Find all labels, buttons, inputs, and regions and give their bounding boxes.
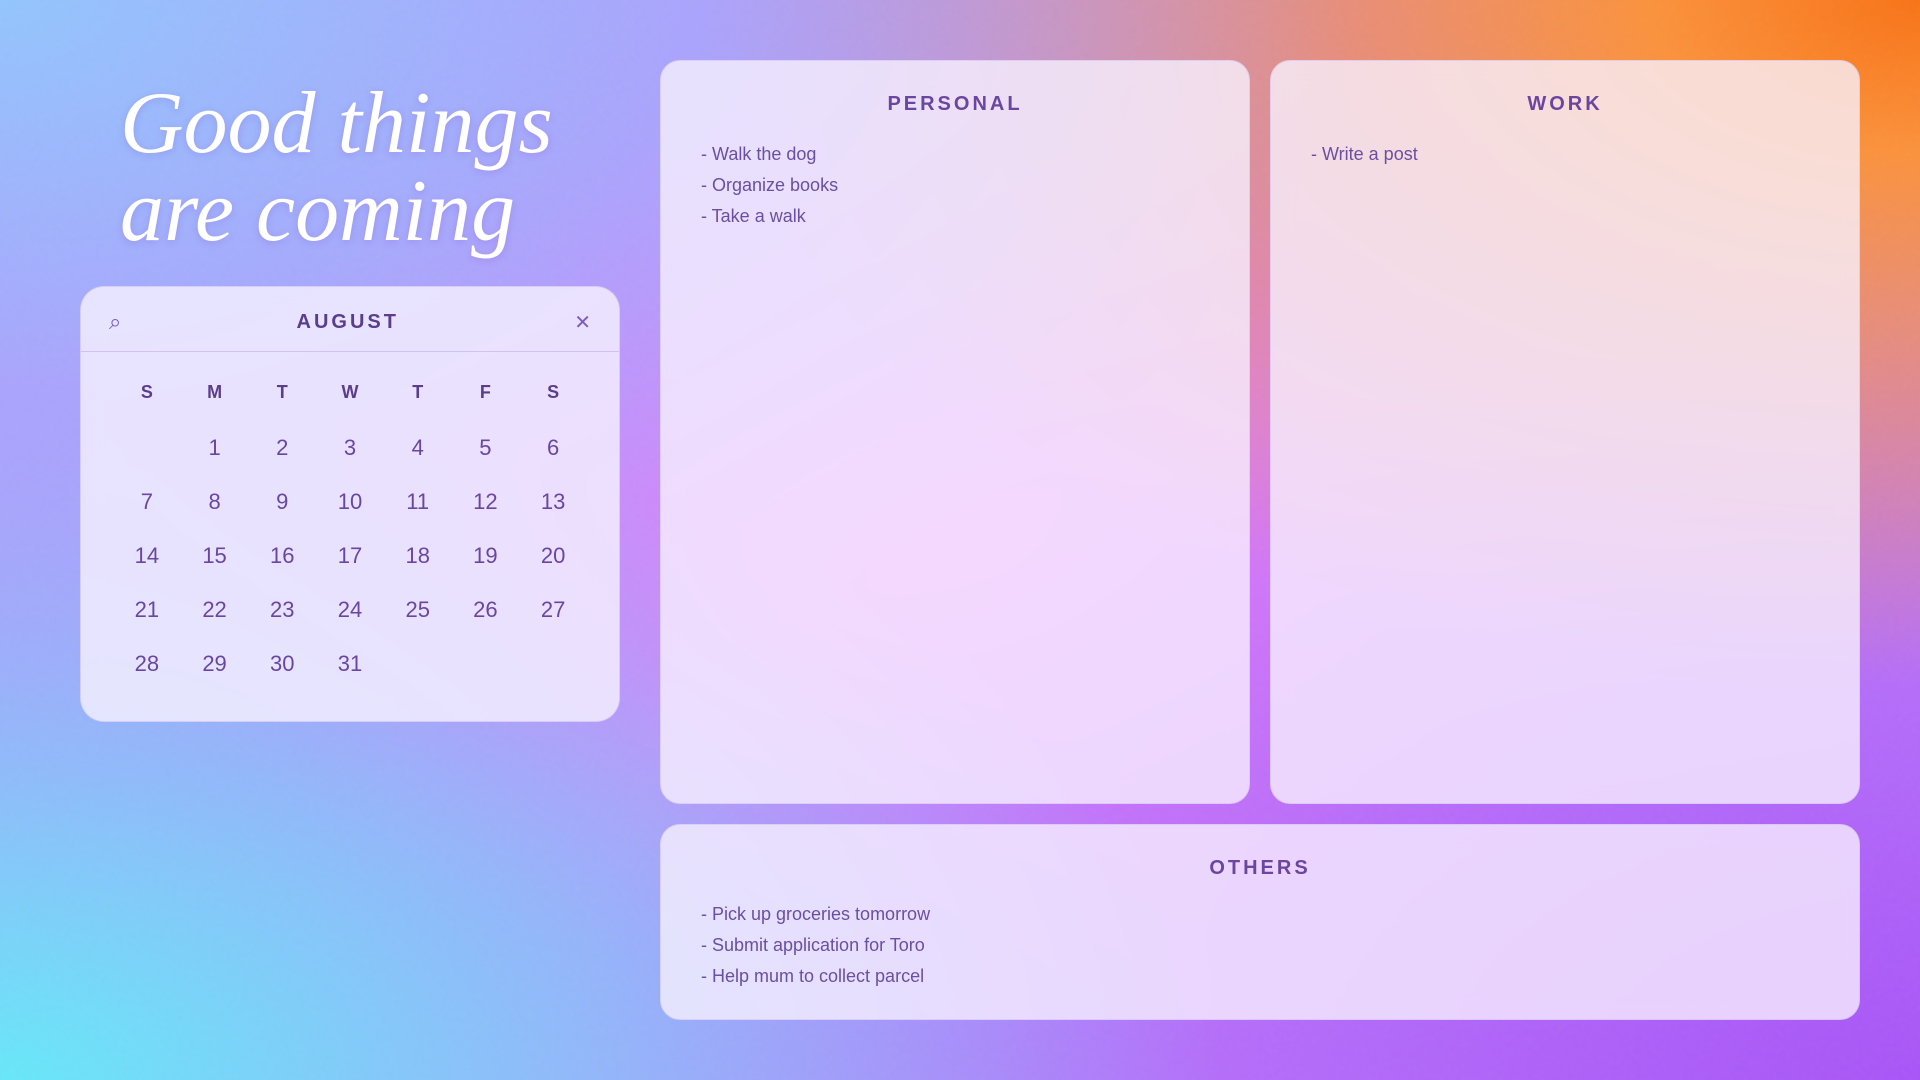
others-card: OTHERS - Pick up groceries tomorrow - Sub… — [660, 824, 1860, 1020]
cal-day[interactable]: 1 — [181, 423, 249, 473]
cal-day[interactable]: 9 — [248, 477, 316, 527]
work-card: WORK - Write a post — [1270, 60, 1860, 804]
cal-day[interactable]: 16 — [248, 531, 316, 581]
cal-day[interactable]: 19 — [452, 531, 520, 581]
top-cards: PERSONAL - Walk the dog- Organize books-… — [660, 60, 1860, 804]
cal-day — [452, 639, 520, 689]
cal-day[interactable]: 17 — [316, 531, 384, 581]
cal-day[interactable]: 11 — [384, 477, 452, 527]
day-header-f: F — [452, 372, 520, 413]
search-icon[interactable]: ⌕ — [109, 309, 121, 335]
personal-card-title: PERSONAL — [701, 93, 1209, 116]
left-column: Good things are coming ⌕ AUGUST ✕ S M T … — [80, 60, 620, 722]
day-header-w: W — [316, 372, 384, 413]
others-card-item: - Submit application for Toro — [701, 935, 1819, 956]
personal-card-item: - Take a walk — [701, 206, 1209, 227]
personal-card: PERSONAL - Walk the dog- Organize books-… — [660, 60, 1250, 804]
headline: Good things are coming — [120, 80, 620, 256]
cal-day[interactable]: 29 — [181, 639, 249, 689]
calendar-grid: 1234567891011121314151617181920212223242… — [113, 423, 587, 689]
others-card-item: - Pick up groceries tomorrow — [701, 904, 1819, 925]
cal-day[interactable]: 20 — [519, 531, 587, 581]
work-card-title: WORK — [1311, 93, 1819, 116]
cal-day[interactable]: 8 — [181, 477, 249, 527]
day-headers: S M T W T F S — [113, 372, 587, 413]
cal-day[interactable]: 27 — [519, 585, 587, 635]
cal-day[interactable]: 30 — [248, 639, 316, 689]
calendar-header: ⌕ AUGUST ✕ — [81, 287, 619, 352]
personal-card-item: - Walk the dog — [701, 144, 1209, 165]
cal-day[interactable]: 14 — [113, 531, 181, 581]
calendar-body: S M T W T F S 12345678910111213141516171… — [81, 352, 619, 721]
cal-day[interactable]: 15 — [181, 531, 249, 581]
day-header-t1: T — [248, 372, 316, 413]
work-card-item: - Write a post — [1311, 144, 1819, 165]
calendar-month: AUGUST — [121, 311, 574, 334]
cal-day — [519, 639, 587, 689]
cal-day[interactable]: 26 — [452, 585, 520, 635]
calendar-card: ⌕ AUGUST ✕ S M T W T F S 123456789101112… — [80, 286, 620, 722]
cal-day[interactable]: 3 — [316, 423, 384, 473]
cal-day[interactable]: 24 — [316, 585, 384, 635]
cal-day[interactable]: 18 — [384, 531, 452, 581]
others-card-title: OTHERS — [701, 857, 1819, 880]
cal-day — [384, 639, 452, 689]
headline-line2: are coming — [120, 163, 515, 260]
cal-day[interactable]: 6 — [519, 423, 587, 473]
work-card-items: - Write a post — [1311, 144, 1819, 165]
right-column: PERSONAL - Walk the dog- Organize books-… — [660, 60, 1860, 1020]
cal-day — [113, 423, 181, 473]
day-header-t2: T — [384, 372, 452, 413]
cal-day[interactable]: 7 — [113, 477, 181, 527]
cal-day[interactable]: 13 — [519, 477, 587, 527]
others-card-items: - Pick up groceries tomorrow - Submit app… — [701, 904, 1819, 987]
cal-day[interactable]: 12 — [452, 477, 520, 527]
day-header-s1: S — [113, 372, 181, 413]
personal-card-items: - Walk the dog - Organize books - Take a w… — [701, 144, 1209, 227]
personal-card-item: - Organize books — [701, 175, 1209, 196]
close-icon[interactable]: ✕ — [574, 310, 591, 335]
cal-day[interactable]: 23 — [248, 585, 316, 635]
others-card-item: - Help mum to collect parcel — [701, 966, 1819, 987]
day-header-s2: S — [519, 372, 587, 413]
cal-day[interactable]: 10 — [316, 477, 384, 527]
headline-line1: Good things — [120, 75, 553, 172]
cal-day[interactable]: 2 — [248, 423, 316, 473]
cal-day[interactable]: 25 — [384, 585, 452, 635]
cal-day[interactable]: 31 — [316, 639, 384, 689]
cal-day[interactable]: 28 — [113, 639, 181, 689]
cal-day[interactable]: 4 — [384, 423, 452, 473]
cal-day[interactable]: 5 — [452, 423, 520, 473]
day-header-m: M — [181, 372, 249, 413]
cal-day[interactable]: 22 — [181, 585, 249, 635]
cal-day[interactable]: 21 — [113, 585, 181, 635]
